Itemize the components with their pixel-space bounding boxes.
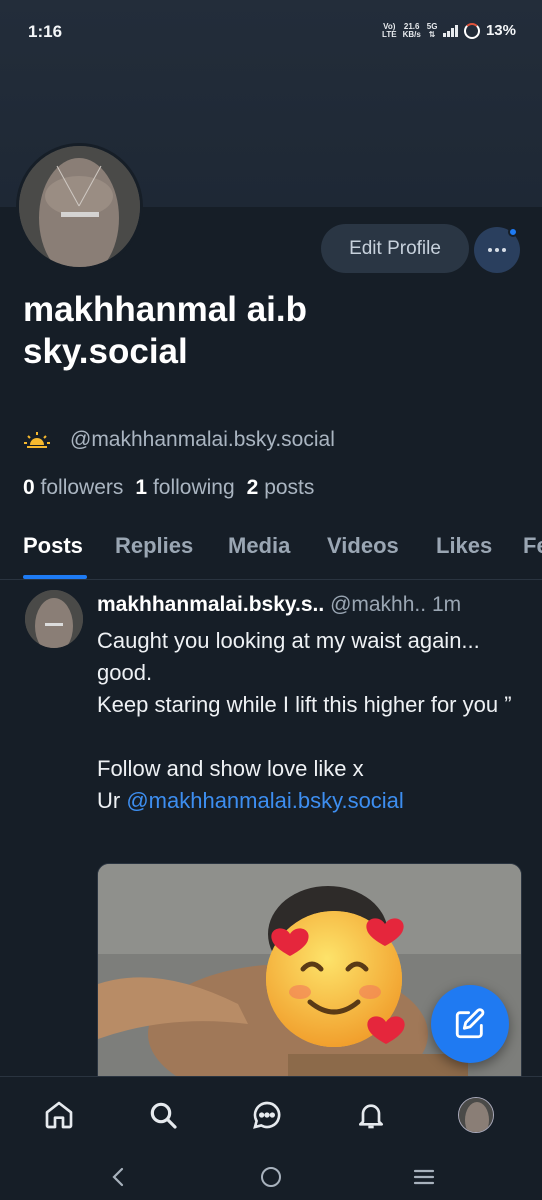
profile-display-name: makhhanmal ai.bsky.social — [23, 290, 307, 371]
system-navigation-bar — [0, 1154, 542, 1200]
tab-posts[interactable]: Posts — [23, 533, 83, 559]
status-icons: Vo) LTE 21.6 KB/s 5G ⇅ 13% — [382, 22, 516, 39]
post-line: Follow and show love like x — [97, 756, 364, 781]
notification-dot — [508, 227, 518, 237]
profile-tabs: Posts Replies Media Videos Likes Fe — [0, 530, 542, 580]
status-bar: 1:16 Vo) LTE 21.6 KB/s 5G ⇅ 13% — [0, 0, 542, 64]
profile-handle: @makhhanmalai.bsky.social — [70, 428, 335, 451]
tab-likes[interactable]: Likes — [436, 533, 492, 559]
nav-profile-avatar — [458, 1097, 494, 1133]
tab-media[interactable]: Media — [228, 533, 290, 559]
system-back-button[interactable] — [103, 1162, 133, 1192]
signal-icon — [443, 24, 458, 37]
tab-videos[interactable]: Videos — [327, 533, 399, 559]
volte-indicator: Vo) LTE — [382, 21, 397, 39]
nav-notifications[interactable] — [351, 1095, 391, 1135]
post-time: 1m — [431, 593, 462, 616]
bottom-navigation — [0, 1076, 542, 1154]
post-header: makhhanmalai.bsky.s.. @makhh.. 1m — [97, 593, 527, 617]
post-line — [97, 721, 527, 753]
handle-row: @makhhanmalai.bsky.social — [24, 428, 335, 452]
post-line: Keep staring while I lift this higher fo… — [97, 692, 512, 717]
tab-feeds[interactable]: Fe — [523, 533, 542, 559]
profile-avatar[interactable] — [16, 143, 143, 270]
edit-profile-button[interactable]: Edit Profile — [321, 224, 469, 273]
status-time: 1:16 — [28, 22, 63, 41]
menu-icon — [413, 1169, 435, 1185]
compose-post-button[interactable] — [431, 985, 509, 1063]
compose-icon — [455, 1008, 485, 1039]
search-icon — [150, 1102, 177, 1129]
nav-chat[interactable] — [247, 1095, 287, 1135]
network-speed: 21.6 KB/s — [402, 21, 421, 39]
ellipsis-icon — [488, 248, 506, 252]
followers-stat[interactable]: 0 followers — [23, 476, 123, 500]
tab-replies[interactable]: Replies — [115, 533, 193, 559]
nav-profile[interactable] — [456, 1095, 496, 1135]
profile-stats: 0 followers 1 following 2 posts — [23, 476, 314, 500]
system-menu-button[interactable] — [409, 1162, 439, 1192]
nav-search[interactable] — [143, 1095, 183, 1135]
post-line: Ur @makhhanmalai.bsky.social — [97, 788, 404, 813]
battery-percent: 13% — [485, 22, 516, 39]
home-circle-icon — [261, 1167, 281, 1187]
post-line: Caught you looking at my waist again... … — [97, 628, 480, 685]
home-icon — [45, 1101, 73, 1129]
active-tab-indicator — [23, 575, 87, 579]
posts-stat: 2 posts — [246, 476, 315, 499]
mention-link[interactable]: @makhhanmalai.bsky.social — [126, 788, 403, 813]
network-type: 5G ⇅ — [426, 21, 438, 39]
post-author-avatar[interactable] — [25, 590, 83, 648]
nav-home[interactable] — [39, 1095, 79, 1135]
sunrise-icon — [24, 432, 50, 448]
post-author-name[interactable]: makhhanmalai.bsky.s.. — [97, 593, 324, 616]
following-stat[interactable]: 1 following — [135, 476, 234, 500]
post-author-handle[interactable]: @makhh.. — [330, 593, 426, 616]
system-home-button[interactable] — [256, 1162, 286, 1192]
chat-icon — [253, 1101, 281, 1129]
back-chevron-icon — [112, 1167, 124, 1187]
battery-ring-icon — [463, 22, 480, 39]
bell-icon — [359, 1104, 383, 1129]
post-image[interactable] — [97, 863, 522, 1103]
post-body[interactable]: Caught you looking at my waist again... … — [97, 625, 527, 817]
